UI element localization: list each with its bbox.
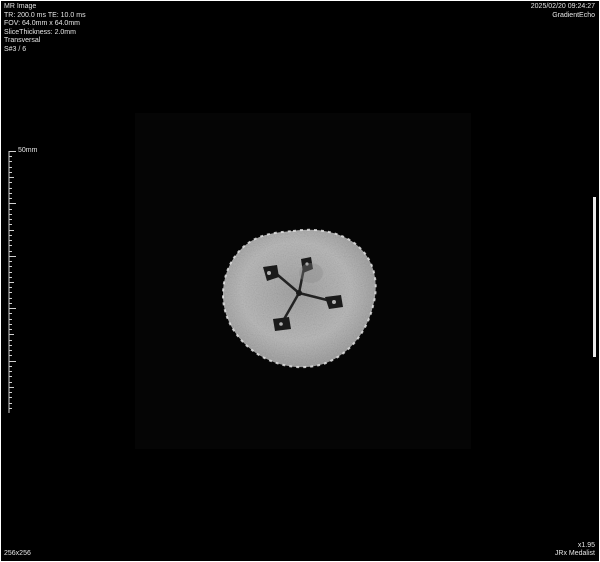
specimen-cross-section xyxy=(223,229,376,368)
mr-slice-image xyxy=(221,228,377,369)
image-viewport[interactable]: MR Image TR: 200.0 ms TE: 10.0 ms FOV: 6… xyxy=(1,1,599,561)
